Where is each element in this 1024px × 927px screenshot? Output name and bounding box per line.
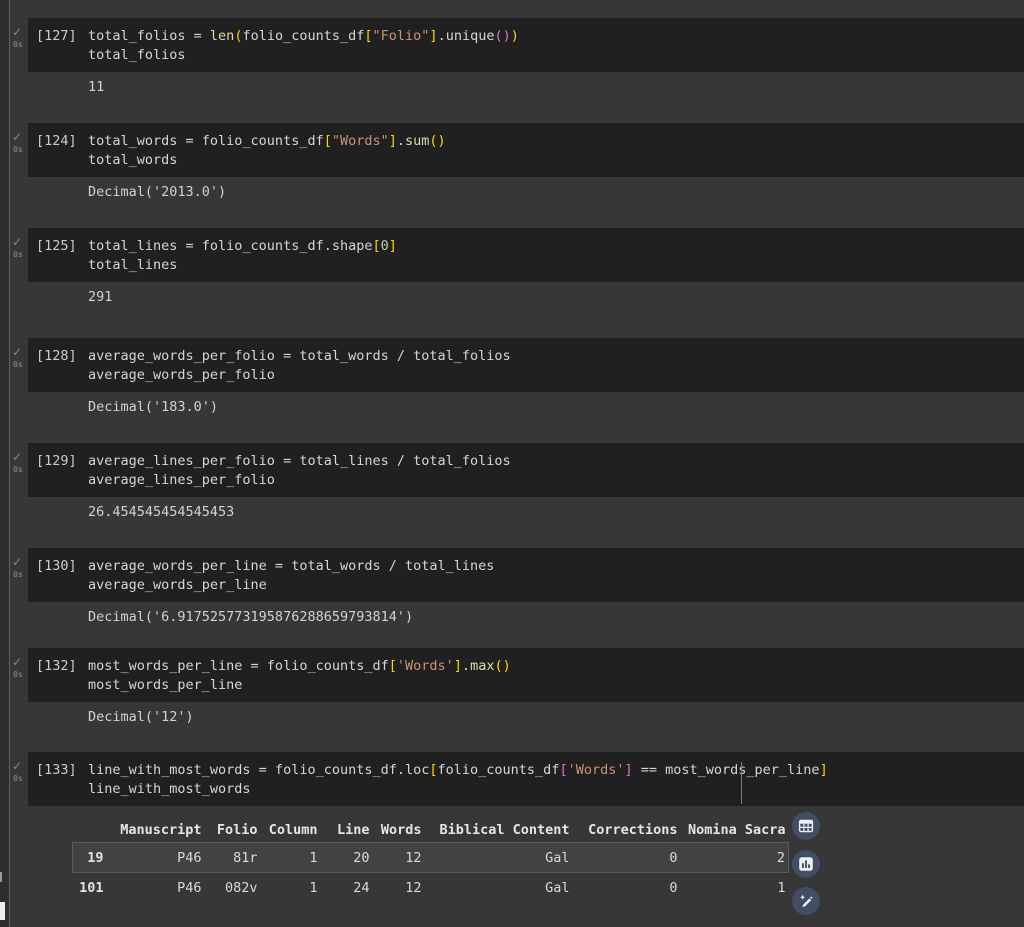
table-cell: 0 (573, 843, 681, 873)
cell-success-check-icon: ✓ (12, 131, 22, 143)
suggest-charts-button[interactable] (792, 850, 820, 878)
collapsed-sidebar-rail (0, 0, 9, 927)
dataframe-table: ManuscriptFolioColumnLineWordsBiblical C… (72, 818, 789, 902)
table-cell: 12 (373, 843, 425, 873)
cell-output-text: 291 (88, 289, 112, 305)
column-header: Corrections (573, 818, 681, 843)
code-text: average_words_per_folio = total_words / … (88, 347, 1020, 385)
cell-success-check-icon: ✓ (12, 656, 22, 668)
cell-output-text: Decimal('12') (88, 709, 194, 725)
table-cell: 2 (681, 843, 789, 873)
cell-output-text: Decimal('183.0') (88, 399, 218, 415)
dataframe-output: ManuscriptFolioColumnLineWordsBiblical C… (72, 818, 789, 902)
execution-count: [128] (36, 347, 77, 366)
cell-exec-time: 0s (13, 361, 23, 369)
table-cell: 082v (205, 873, 261, 903)
table-cell: 24 (321, 873, 373, 903)
cell-exec-time: 0s (13, 775, 23, 783)
generate-code-button[interactable] (792, 887, 820, 915)
pane-resize-handle[interactable] (9, 0, 10, 927)
cell-success-check-icon: ✓ (12, 556, 22, 568)
notebook-cell: ✓ 0s [127] total_folios = len(folio_counts_… (12, 18, 1024, 121)
cell-exec-time: 0s (13, 146, 23, 154)
cell-success-check-icon: ✓ (12, 26, 22, 38)
execution-count: [127] (36, 27, 77, 46)
execution-count: [133] (36, 761, 77, 780)
code-editor[interactable]: [127] total_folios = len(folio_counts_df[… (28, 18, 1024, 72)
cell-output-text: Decimal('2013.0') (88, 184, 226, 200)
row-index: 101 (73, 873, 107, 903)
table-cell: 0 (573, 873, 681, 903)
table-cell: 12 (373, 873, 425, 903)
rail-scroll-indicator (0, 902, 5, 920)
notebook-cell: ✓ 0s [130] average_words_per_line = total_w… (12, 548, 1024, 651)
notebook-cell: ✓ 0s [124] total_words = folio_counts_df["W… (12, 123, 1024, 226)
row-index: 19 (73, 843, 107, 873)
code-text: total_lines = folio_counts_df.shape[0]to… (88, 237, 1020, 275)
cell-exec-time: 0s (13, 251, 23, 259)
table-cell: 81r (205, 843, 261, 873)
table-cell: 1 (261, 873, 321, 903)
notebook-cell: ✓ 0s [125] total_lines = folio_counts_df.sh… (12, 228, 1024, 331)
column-header: Folio (205, 818, 261, 843)
code-editor[interactable]: [129] average_lines_per_folio = total_lin… (28, 443, 1024, 497)
table-row: 101P46082v12412Gal01 (73, 873, 789, 903)
table-cell: Gal (425, 873, 573, 903)
cell-output-text: 26.454545454545453 (88, 504, 234, 520)
notebook-cell: ✓ 0s [128] average_words_per_folio = total_… (12, 338, 1024, 441)
table-cell: 1 (261, 843, 321, 873)
table-grid-icon (798, 818, 814, 834)
execution-count: [125] (36, 237, 77, 256)
execution-count: [130] (36, 557, 77, 576)
code-text: average_lines_per_folio = total_lines / … (88, 452, 1020, 490)
cell-success-check-icon: ✓ (12, 346, 22, 358)
rail-scroll-mark (0, 872, 2, 882)
column-header: Biblical Content (425, 818, 573, 843)
code-editor[interactable]: [124] total_words = folio_counts_df["Word… (28, 123, 1024, 177)
cell-success-check-icon: ✓ (12, 451, 22, 463)
notebook-cell: ✓ 0s [129] average_lines_per_folio = total_… (12, 443, 1024, 546)
execution-count: [129] (36, 452, 77, 471)
code-text: most_words_per_line = folio_counts_df['W… (88, 657, 1020, 695)
code-editor[interactable]: [133] line_with_most_words = folio_counts… (28, 752, 1024, 806)
cell-exec-time: 0s (13, 41, 23, 49)
notebook-cell: ✓ 0s [132] most_words_per_line = folio_coun… (12, 648, 1024, 751)
code-text: total_folios = len(folio_counts_df["Foli… (88, 27, 1020, 65)
table-cell: P46 (107, 873, 205, 903)
table-cell: P46 (107, 843, 205, 873)
code-text: total_words = folio_counts_df["Words"].s… (88, 132, 1020, 170)
cell-success-check-icon: ✓ (12, 760, 22, 772)
bar-chart-icon (798, 856, 814, 872)
code-text: line_with_most_words = folio_counts_df.l… (88, 761, 1020, 799)
magic-pencil-icon (798, 893, 814, 909)
notebook-cell: ✓ 0s [133] line_with_most_words = folio_cou… (12, 752, 1024, 927)
code-editor[interactable]: [132] most_words_per_line = folio_counts_… (28, 648, 1024, 702)
index-column-header (73, 818, 107, 843)
cell-output-text: Decimal('6.917525773195876288659793814') (88, 609, 413, 625)
text-cursor (741, 762, 742, 804)
column-header: Manuscript (107, 818, 205, 843)
column-header: Column (261, 818, 321, 843)
cell-exec-time: 0s (13, 571, 23, 579)
table-row: 19P4681r12012Gal02 (73, 843, 789, 873)
table-cell: 20 (321, 843, 373, 873)
interactive-table-button[interactable] (792, 812, 820, 840)
column-header: Nomina Sacra (681, 818, 789, 843)
code-text: average_words_per_line = total_words / t… (88, 557, 1020, 595)
execution-count: [124] (36, 132, 77, 151)
table-cell: 1 (681, 873, 789, 903)
table-cell: Gal (425, 843, 573, 873)
code-editor[interactable]: [130] average_words_per_line = total_word… (28, 548, 1024, 602)
table-header-row: ManuscriptFolioColumnLineWordsBiblical C… (73, 818, 789, 843)
column-header: Line (321, 818, 373, 843)
cell-exec-time: 0s (13, 671, 23, 679)
column-header: Words (373, 818, 425, 843)
execution-count: [132] (36, 657, 77, 676)
cell-exec-time: 0s (13, 466, 23, 474)
cell-success-check-icon: ✓ (12, 236, 22, 248)
code-editor[interactable]: [125] total_lines = folio_counts_df.shape… (28, 228, 1024, 282)
cell-output-text: 11 (88, 79, 104, 95)
code-editor[interactable]: [128] average_words_per_folio = total_wor… (28, 338, 1024, 392)
